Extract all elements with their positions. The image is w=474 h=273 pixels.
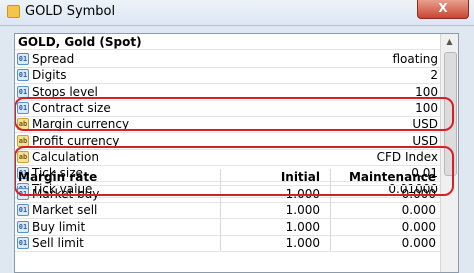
margin-row: 01 Buy limit 1.000 0.000 (15, 218, 458, 236)
margin-row: 01 Sell limit 1.000 0.000 (15, 234, 458, 252)
maintenance-margin-value: 0.000 (401, 219, 436, 234)
title-bar: GOLD Symbol X (0, 0, 474, 26)
text-type-icon: ab (17, 118, 29, 131)
initial-margin-value: 1.000 (285, 235, 320, 250)
initial-margin-value: 1.000 (285, 187, 320, 201)
property-value: 2 (430, 68, 438, 83)
numeric-type-icon: 01 (17, 204, 29, 217)
text-type-icon: ab (17, 150, 29, 163)
property-label: Digits (32, 68, 67, 83)
numeric-type-icon: 01 (17, 220, 29, 233)
property-row: ab Profit currency USD (15, 133, 458, 150)
numeric-type-icon: 01 (17, 85, 29, 98)
property-value: 100 (415, 84, 438, 99)
margin-row-label: Buy limit (32, 219, 86, 234)
margin-row-label: Market buy (32, 187, 100, 201)
initial-margin-value: 1.000 (285, 219, 320, 234)
margin-row-label: Sell limit (32, 235, 84, 250)
property-row: 01 Spread floating (15, 51, 458, 68)
numeric-type-icon: 01 (17, 236, 29, 249)
margin-row: 01 Market buy 1.000 0.000 (15, 186, 458, 203)
numeric-type-icon: 01 (17, 188, 29, 200)
maintenance-column-header: Maintenance (348, 170, 436, 184)
margin-row-label: Market sell (32, 203, 98, 218)
property-row: ab Margin currency USD (15, 116, 458, 134)
property-value: USD (412, 133, 438, 148)
property-label: Margin currency (32, 117, 130, 132)
property-row: 01 Digits 2 (15, 67, 458, 85)
property-value: 100 (415, 100, 438, 115)
property-value: CFD Index (376, 149, 438, 164)
property-value: USD (412, 117, 438, 132)
scroll-up-arrow-icon[interactable]: ▲ (443, 36, 456, 48)
margin-rate-label: Margin rate (18, 170, 98, 184)
property-label: Spread (32, 52, 75, 66)
property-label: Contract size (32, 100, 111, 115)
numeric-type-icon: 01 (17, 53, 29, 65)
maintenance-margin-value: 0.000 (401, 187, 436, 201)
window-title: GOLD Symbol (25, 4, 116, 19)
maintenance-margin-value: 0.000 (401, 203, 436, 218)
close-button[interactable]: X (417, 0, 469, 19)
numeric-type-icon: 01 (17, 69, 29, 82)
numeric-type-icon: 01 (17, 101, 29, 114)
property-row: 01 Contract size 100 (15, 100, 458, 117)
vertical-scrollbar[interactable]: ▲ (440, 34, 458, 272)
property-row: ab Calculation CFD Index (15, 149, 458, 166)
margin-rate-header: Margin rate Initial Maintenance (15, 169, 458, 186)
maintenance-margin-value: 0.000 (401, 235, 436, 250)
property-label: Stops level (32, 84, 98, 99)
text-type-icon: ab (17, 134, 29, 147)
property-value: floating (392, 52, 438, 66)
symbol-name-header: GOLD, Gold (Spot) (15, 34, 458, 50)
property-row: 01 Stops level 100 (15, 84, 458, 101)
property-label: Profit currency (32, 133, 120, 148)
symbol-icon (7, 5, 20, 18)
initial-column-header: Initial (280, 170, 320, 184)
symbol-properties-panel: GOLD, Gold (Spot) 01 Spread floating 01 Digi… (14, 33, 459, 273)
margin-row: 01 Market sell 1.000 0.000 (15, 202, 458, 220)
property-label: Calculation (32, 149, 99, 164)
initial-margin-value: 1.000 (285, 203, 320, 218)
scroll-thumb[interactable] (444, 52, 457, 176)
